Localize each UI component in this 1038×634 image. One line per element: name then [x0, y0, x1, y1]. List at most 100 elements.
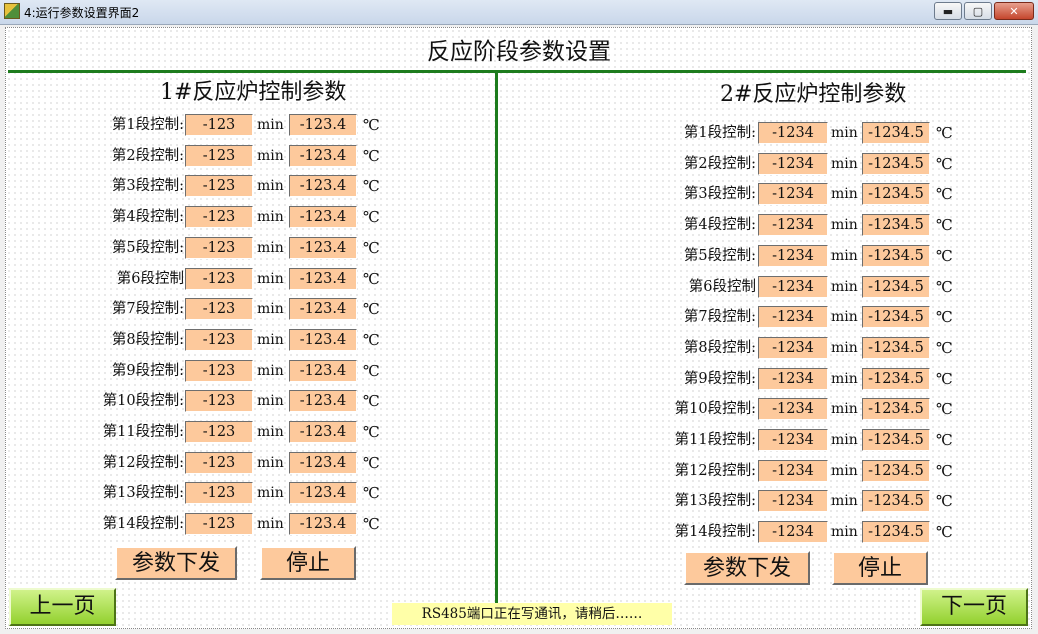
temperature-input[interactable]: -123.4: [289, 482, 357, 505]
time-input[interactable]: -123: [185, 482, 253, 505]
temperature-unit: ℃: [936, 369, 953, 388]
time-unit: min: [257, 516, 284, 533]
time-input[interactable]: -123: [185, 328, 253, 351]
temperature-input[interactable]: -123.4: [289, 298, 357, 321]
segment-label: 第10段控制:: [102, 393, 184, 410]
time-input[interactable]: -1234: [758, 429, 828, 451]
time-input[interactable]: -1234: [758, 275, 828, 298]
temperature-input[interactable]: -1234.5: [862, 244, 930, 267]
time-input[interactable]: -123: [185, 236, 253, 259]
maximize-button[interactable]: ▢: [964, 2, 992, 20]
temperature-input[interactable]: -1234.5: [862, 306, 930, 329]
temperature-input[interactable]: -123.4: [289, 359, 357, 382]
segment-label: 第14段控制:: [102, 516, 184, 533]
time-input[interactable]: -123: [185, 298, 253, 321]
temperature-unit: ℃: [936, 338, 953, 357]
temperature-unit: ℃: [936, 431, 953, 449]
temperature-input[interactable]: -123.4: [289, 513, 357, 536]
temperature-input[interactable]: -1234.5: [862, 214, 930, 237]
temperature-input[interactable]: -123.4: [289, 206, 357, 229]
time-unit: min: [831, 309, 858, 326]
time-unit: min: [831, 217, 858, 234]
temperature-input[interactable]: -123.4: [289, 114, 357, 136]
time-unit: min: [831, 462, 858, 479]
segment-label: 第3段控制:: [111, 178, 184, 195]
time-input[interactable]: -1234: [758, 306, 828, 329]
time-input[interactable]: -1234: [758, 490, 828, 513]
temperature-input[interactable]: -1234.5: [862, 152, 930, 175]
time-unit: min: [831, 493, 858, 510]
time-input[interactable]: -1234: [758, 398, 828, 421]
time-input[interactable]: -1234: [758, 244, 828, 267]
left-send-button[interactable]: 参数下发: [115, 546, 237, 580]
left-stop-button[interactable]: 停止: [260, 546, 356, 580]
time-input[interactable]: -123: [185, 206, 253, 229]
time-unit: min: [831, 370, 858, 387]
time-input[interactable]: -123: [185, 390, 253, 413]
temperature-input[interactable]: -123.4: [289, 390, 357, 413]
temperature-input[interactable]: -1234.5: [862, 459, 930, 482]
segment-label: 第6段控制: [688, 278, 756, 295]
temperature-input[interactable]: -1234.5: [862, 429, 930, 451]
segment-label: 第7段控制:: [111, 301, 184, 318]
temperature-unit: ℃: [936, 523, 953, 542]
time-input[interactable]: -123: [185, 175, 253, 198]
time-input[interactable]: -1234: [758, 521, 828, 544]
time-input[interactable]: -1234: [758, 214, 828, 237]
temperature-input[interactable]: -1234.5: [862, 122, 930, 144]
temperature-input[interactable]: -1234.5: [862, 275, 930, 298]
time-unit: min: [831, 432, 858, 448]
temperature-input[interactable]: -1234.5: [862, 183, 930, 206]
temperature-unit: ℃: [363, 423, 380, 441]
time-input[interactable]: -1234: [758, 152, 828, 175]
time-input[interactable]: -123: [185, 451, 253, 474]
temperature-input[interactable]: -1234.5: [862, 367, 930, 390]
temperature-unit: ℃: [363, 515, 380, 534]
time-input[interactable]: -123: [185, 359, 253, 382]
time-input[interactable]: -1234: [758, 122, 828, 144]
temperature-input[interactable]: -123.4: [289, 144, 357, 167]
temperature-input[interactable]: -1234.5: [862, 336, 930, 359]
temperature-unit: ℃: [936, 154, 953, 173]
header-divider: [8, 70, 1026, 73]
panel-divider: [495, 73, 498, 606]
temperature-input[interactable]: -1234.5: [862, 398, 930, 421]
time-unit: min: [831, 247, 858, 264]
temperature-input[interactable]: -1234.5: [862, 521, 930, 544]
segment-label: 第8段控制:: [683, 339, 756, 356]
temperature-input[interactable]: -1234.5: [862, 490, 930, 513]
temperature-unit: ℃: [936, 308, 953, 327]
temperature-input[interactable]: -123.4: [289, 328, 357, 351]
time-unit: min: [257, 270, 284, 287]
temperature-unit: ℃: [363, 238, 380, 257]
time-input[interactable]: -1234: [758, 367, 828, 390]
right-send-button[interactable]: 参数下发: [684, 551, 810, 585]
title-bar[interactable]: 4:运行参数设置界面2 ▬ ▢ ✕: [0, 0, 1038, 25]
temperature-input[interactable]: -123.4: [289, 451, 357, 474]
time-input[interactable]: -1234: [758, 459, 828, 482]
close-button[interactable]: ✕: [994, 2, 1034, 20]
minimize-button[interactable]: ▬: [934, 2, 962, 20]
time-unit: min: [831, 125, 858, 141]
time-unit: min: [257, 454, 284, 471]
temperature-unit: ℃: [363, 330, 380, 349]
temperature-input[interactable]: -123.4: [289, 175, 357, 198]
time-unit: min: [257, 393, 284, 410]
time-input[interactable]: -123: [185, 114, 253, 136]
time-unit: min: [257, 362, 284, 379]
time-input[interactable]: -123: [185, 421, 253, 443]
prev-page-button[interactable]: 上一页: [9, 588, 116, 626]
time-input[interactable]: -1234: [758, 183, 828, 206]
segment-label: 第3段控制:: [683, 186, 756, 203]
temperature-unit: ℃: [936, 185, 953, 204]
temperature-input[interactable]: -123.4: [289, 236, 357, 259]
temperature-input[interactable]: -123.4: [289, 421, 357, 443]
next-page-button[interactable]: 下一页: [920, 588, 1028, 626]
time-input[interactable]: -1234: [758, 336, 828, 359]
right-stop-button[interactable]: 停止: [832, 551, 928, 585]
time-input[interactable]: -123: [185, 144, 253, 167]
time-input[interactable]: -123: [185, 267, 253, 290]
segment-label: 第7段控制:: [683, 309, 756, 326]
temperature-input[interactable]: -123.4: [289, 267, 357, 290]
time-input[interactable]: -123: [185, 513, 253, 536]
